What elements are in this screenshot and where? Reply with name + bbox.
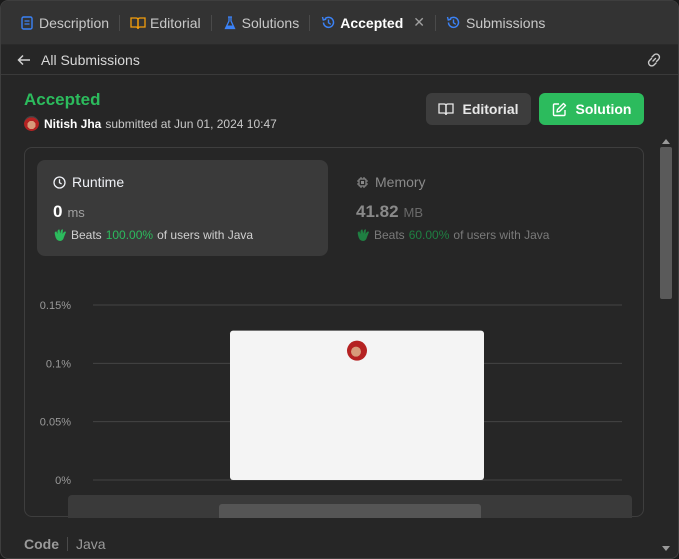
runtime-title: Runtime xyxy=(72,174,125,190)
code-label: Code xyxy=(24,536,59,552)
book-icon xyxy=(438,101,455,117)
tab-label: Submissions xyxy=(465,14,546,31)
runtime-distribution-chart: 0.15% 0.1% 0.05% 0% xyxy=(40,300,632,518)
memory-unit: MB xyxy=(403,205,424,220)
all-submissions-link[interactable]: All Submissions xyxy=(41,52,140,68)
memory-beats-pct: 60.00% xyxy=(408,227,450,242)
book-icon xyxy=(130,15,146,31)
scrollbar-thumb[interactable] xyxy=(660,147,672,299)
tab-description[interactable]: Description xyxy=(11,8,117,38)
tab-submissions[interactable]: Submissions xyxy=(438,8,553,38)
chip-icon xyxy=(356,175,370,189)
tab-label: Accepted xyxy=(340,14,404,31)
tab-editorial[interactable]: Editorial xyxy=(122,8,209,38)
link-icon[interactable] xyxy=(646,52,662,68)
editorial-button[interactable]: Editorial xyxy=(426,93,531,125)
beats-icon xyxy=(356,227,371,242)
memory-value: 41.82 xyxy=(356,202,399,221)
runtime-unit: ms xyxy=(67,205,85,220)
scroll-down-icon[interactable] xyxy=(662,546,670,551)
memory-beats-suffix: of users with Java xyxy=(453,227,550,242)
author-name[interactable]: Nitish Jha xyxy=(44,117,101,131)
author-row: Nitish Jha submitted at Jun 01, 2024 10:… xyxy=(24,116,277,131)
tab-divider xyxy=(119,14,121,31)
flask-icon xyxy=(222,15,238,31)
avatar-marker-face xyxy=(351,346,361,357)
editorial-button-label: Editorial xyxy=(462,101,519,117)
memory-title: Memory xyxy=(375,174,426,190)
solution-button-label: Solution xyxy=(575,101,632,117)
tab-label: Solutions xyxy=(241,14,300,31)
submitted-time: submitted at Jun 01, 2024 10:47 xyxy=(105,116,277,131)
memory-beats-label: Beats xyxy=(374,227,405,242)
edit-icon xyxy=(552,101,568,117)
submission-status: Accepted xyxy=(24,90,101,109)
y-tick-label: 0.05% xyxy=(40,417,71,429)
runtime-value: 0 xyxy=(53,202,63,221)
arrow-left-icon[interactable] xyxy=(17,52,33,68)
code-header: Code Java xyxy=(24,536,106,552)
tab-solutions[interactable]: Solutions xyxy=(214,8,308,38)
history-icon xyxy=(446,15,462,31)
submission-window: Description Editorial Solutions Accepted… xyxy=(0,0,679,559)
beats-icon xyxy=(53,227,68,242)
memory-card[interactable]: Memory 41.82 MB Beats 60.00% of users wi… xyxy=(340,160,631,256)
tab-bar: Description Editorial Solutions Accepted… xyxy=(1,1,678,45)
avatar[interactable] xyxy=(24,116,39,131)
range-selector-handle xyxy=(219,504,481,518)
runtime-beats-pct: 100.00% xyxy=(105,227,154,242)
submission-content: Accepted Nitish Jha submitted at Jun 01,… xyxy=(1,76,661,558)
tab-label: Description xyxy=(39,14,110,31)
code-language[interactable]: Java xyxy=(76,536,106,552)
close-icon[interactable]: ✕ xyxy=(413,14,425,31)
runtime-card[interactable]: Runtime 0 ms Beats 100.00% of users with… xyxy=(37,160,328,256)
vertical-scrollbar[interactable] xyxy=(659,139,673,551)
runtime-beats-label: Beats xyxy=(71,227,102,242)
divider xyxy=(67,537,68,551)
tab-divider xyxy=(434,14,436,31)
back-nav[interactable]: All Submissions xyxy=(1,45,678,75)
tab-accepted[interactable]: Accepted ✕ xyxy=(312,8,433,38)
runtime-beats-suffix: of users with Java xyxy=(157,227,254,242)
tab-label: Editorial xyxy=(150,14,201,31)
scroll-up-icon[interactable] xyxy=(662,139,670,144)
history-icon xyxy=(320,15,336,31)
y-tick-label: 0.1% xyxy=(46,358,71,370)
tab-divider xyxy=(309,14,311,31)
description-icon xyxy=(19,15,35,31)
performance-panel: Runtime 0 ms Beats 100.00% of users with… xyxy=(24,147,644,518)
solution-button[interactable]: Solution xyxy=(539,93,644,125)
y-tick-label: 0.15% xyxy=(40,300,71,312)
clock-icon xyxy=(53,175,67,189)
y-tick-label: 0% xyxy=(55,475,71,487)
tab-divider xyxy=(210,14,212,31)
